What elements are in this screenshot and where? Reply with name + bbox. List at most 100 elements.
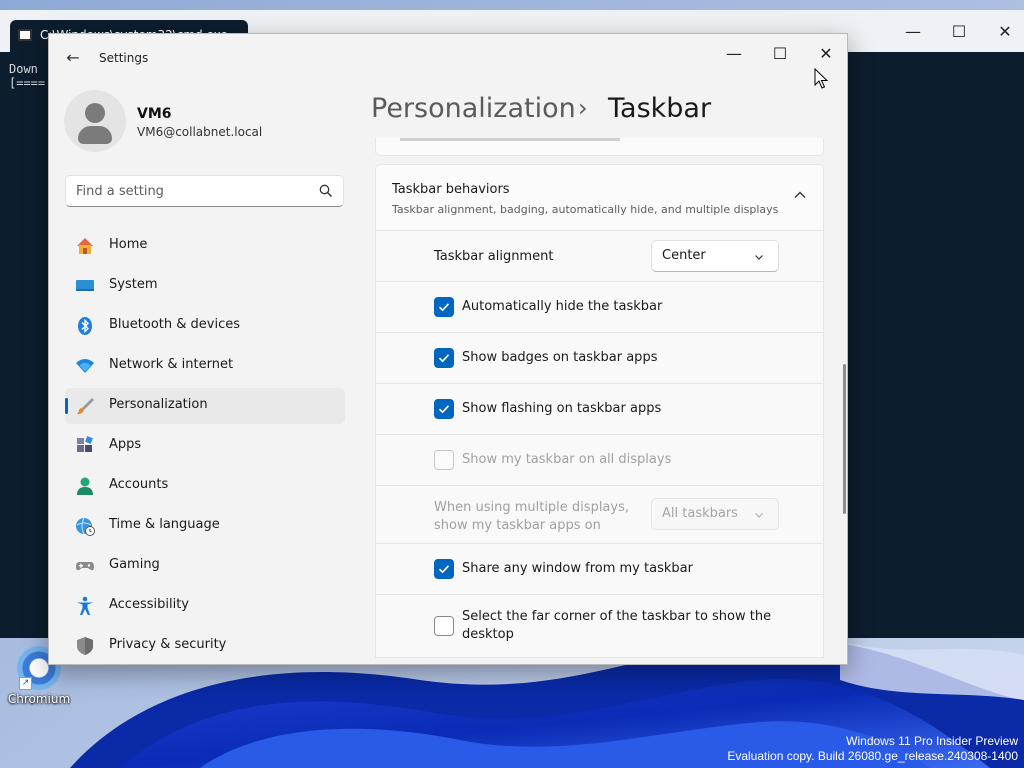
settings-content: Taskbar behaviors Taskbar alignment, bad… <box>375 138 825 664</box>
sidebar-item-label: Gaming <box>109 557 160 572</box>
selection-indicator <box>65 398 68 414</box>
console-close-button[interactable]: ✕ <box>982 16 1024 46</box>
shield-icon <box>77 637 93 655</box>
sidebar-item-label: Personalization <box>109 397 208 412</box>
close-button[interactable]: ✕ <box>803 38 847 68</box>
sidebar-item-label: Accounts <box>109 477 169 492</box>
sidebar-item-accounts[interactable]: Accounts <box>65 468 345 504</box>
sidebar-item-bluetooth[interactable]: Bluetooth & devices <box>65 308 345 344</box>
share-window-row[interactable]: Share any window from my taskbar <box>375 544 824 595</box>
breadcrumb-separator-icon: › <box>578 94 588 122</box>
multi-display-label: When using multiple displays, show my ta… <box>434 499 629 535</box>
flashing-row[interactable]: Show flashing on taskbar apps <box>375 384 824 435</box>
home-icon <box>77 238 93 254</box>
multi-display-label-line: When using multiple displays, <box>434 500 629 515</box>
checkbox-label: Show badges on taskbar apps <box>462 350 658 365</box>
far-corner-checkbox[interactable] <box>434 616 454 636</box>
system-icon <box>76 280 94 291</box>
settings-titlebar[interactable]: ← Settings — ☐ ✕ <box>49 34 847 82</box>
search-box[interactable] <box>65 175 344 207</box>
all-displays-checkbox <box>434 450 454 470</box>
taskbar-alignment-dropdown[interactable]: Center <box>651 240 779 272</box>
user-name: VM6 <box>137 106 172 122</box>
terminal-icon <box>18 29 32 41</box>
breadcrumb-parent[interactable]: Personalization <box>371 93 576 124</box>
all-displays-row: Show my taskbar on all displays <box>375 435 824 486</box>
sidebar-item-personalization[interactable]: Personalization <box>65 388 345 424</box>
share-window-checkbox[interactable] <box>434 559 454 579</box>
badges-checkbox[interactable] <box>434 348 454 368</box>
accounts-icon <box>77 477 93 495</box>
sidebar-item-system[interactable]: System <box>65 268 345 304</box>
checkmark-icon <box>438 303 450 312</box>
bluetooth-icon <box>78 317 92 335</box>
far-corner-label-line: Select the far corner of the taskbar to … <box>462 609 772 624</box>
sidebar-item-apps[interactable]: Apps <box>65 428 345 464</box>
network-icon <box>76 359 94 373</box>
dropdown-value: Center <box>662 248 706 263</box>
accessibility-icon <box>77 596 93 615</box>
search-input[interactable] <box>76 182 306 200</box>
badges-row[interactable]: Show badges on taskbar apps <box>375 333 824 384</box>
taskbar-behaviors-expander[interactable]: Taskbar behaviors Taskbar alignment, bad… <box>375 164 824 231</box>
shortcut-arrow-icon: ↗ <box>19 677 32 690</box>
auto-hide-row[interactable]: Automatically hide the taskbar <box>375 282 824 333</box>
person-icon <box>85 103 105 123</box>
flashing-checkbox[interactable] <box>434 399 454 419</box>
back-button[interactable]: ← <box>59 46 87 70</box>
sidebar-item-label: Bluetooth & devices <box>109 317 240 332</box>
sidebar-item-label: Network & internet <box>109 357 234 372</box>
multi-display-row: When using multiple displays, show my ta… <box>375 486 824 544</box>
desktop-icon-label: Chromium <box>7 692 71 706</box>
settings-window[interactable]: ← Settings — ☐ ✕ VM6 VM6@collabnet.local… <box>48 33 848 665</box>
sidebar-item-label: Accessibility <box>109 597 189 612</box>
checkmark-icon <box>438 405 450 414</box>
console-line: [==== <box>9 76 46 90</box>
taskbar-alignment-label: Taskbar alignment <box>434 249 554 264</box>
mouse-cursor-icon <box>814 68 828 89</box>
sidebar-nav: Home System Bluetooth & devices Network … <box>65 228 345 664</box>
far-corner-row[interactable]: Select the far corner of the taskbar to … <box>375 595 824 658</box>
brush-icon <box>77 398 94 415</box>
taskbar-alignment-row: Taskbar alignment Center <box>375 231 824 282</box>
previous-card[interactable] <box>375 138 824 156</box>
console-maximize-button[interactable]: ☐ <box>936 16 982 46</box>
chevron-down-icon <box>755 513 763 518</box>
minimize-button[interactable]: — <box>711 38 757 68</box>
dropdown-value: All taskbars <box>662 506 738 521</box>
gamepad-icon <box>76 562 94 571</box>
sidebar-item-label: Time & language <box>109 517 220 532</box>
checkbox-label: Select the far corner of the taskbar to … <box>462 608 771 644</box>
previous-card-text-fragment <box>400 138 620 141</box>
avatar[interactable] <box>64 90 126 152</box>
checkbox-label: Show my taskbar on all displays <box>462 452 672 467</box>
globe-clock-icon <box>76 517 95 536</box>
sidebar-item-gaming[interactable]: Gaming <box>65 548 345 584</box>
content-scrollbar[interactable] <box>843 364 846 514</box>
watermark-edition: Windows 11 Pro Insider Preview <box>846 734 1018 748</box>
chevron-down-icon <box>755 255 763 260</box>
maximize-button[interactable]: ☐ <box>757 38 803 68</box>
apps-icon <box>77 436 93 452</box>
expander-subtitle: Taskbar alignment, badging, automaticall… <box>392 203 779 216</box>
sidebar-item-label: Home <box>109 237 148 252</box>
sidebar-item-label: Apps <box>109 437 142 452</box>
sidebar-item-time-language[interactable]: Time & language <box>65 508 345 544</box>
chevron-up-icon[interactable] <box>793 188 807 202</box>
watermark-build: Evaluation copy. Build 26080.ge_release.… <box>727 749 1018 763</box>
checkmark-icon <box>438 354 450 363</box>
console-minimize-button[interactable]: — <box>890 16 936 46</box>
person-icon-body <box>78 126 112 144</box>
page-title: Taskbar <box>608 93 712 124</box>
sidebar-item-privacy[interactable]: Privacy & security <box>65 628 345 664</box>
auto-hide-checkbox[interactable] <box>434 297 454 317</box>
sidebar-item-home[interactable]: Home <box>65 228 345 264</box>
console-output: Down [==== <box>9 62 45 90</box>
search-icon[interactable] <box>319 184 333 198</box>
checkbox-label: Share any window from my taskbar <box>462 561 693 576</box>
sidebar-item-accessibility[interactable]: Accessibility <box>65 588 345 624</box>
app-title: Settings <box>99 51 149 65</box>
expander-title: Taskbar behaviors <box>392 182 510 197</box>
multi-display-label-line: show my taskbar apps on <box>434 518 601 533</box>
sidebar-item-network[interactable]: Network & internet <box>65 348 345 384</box>
